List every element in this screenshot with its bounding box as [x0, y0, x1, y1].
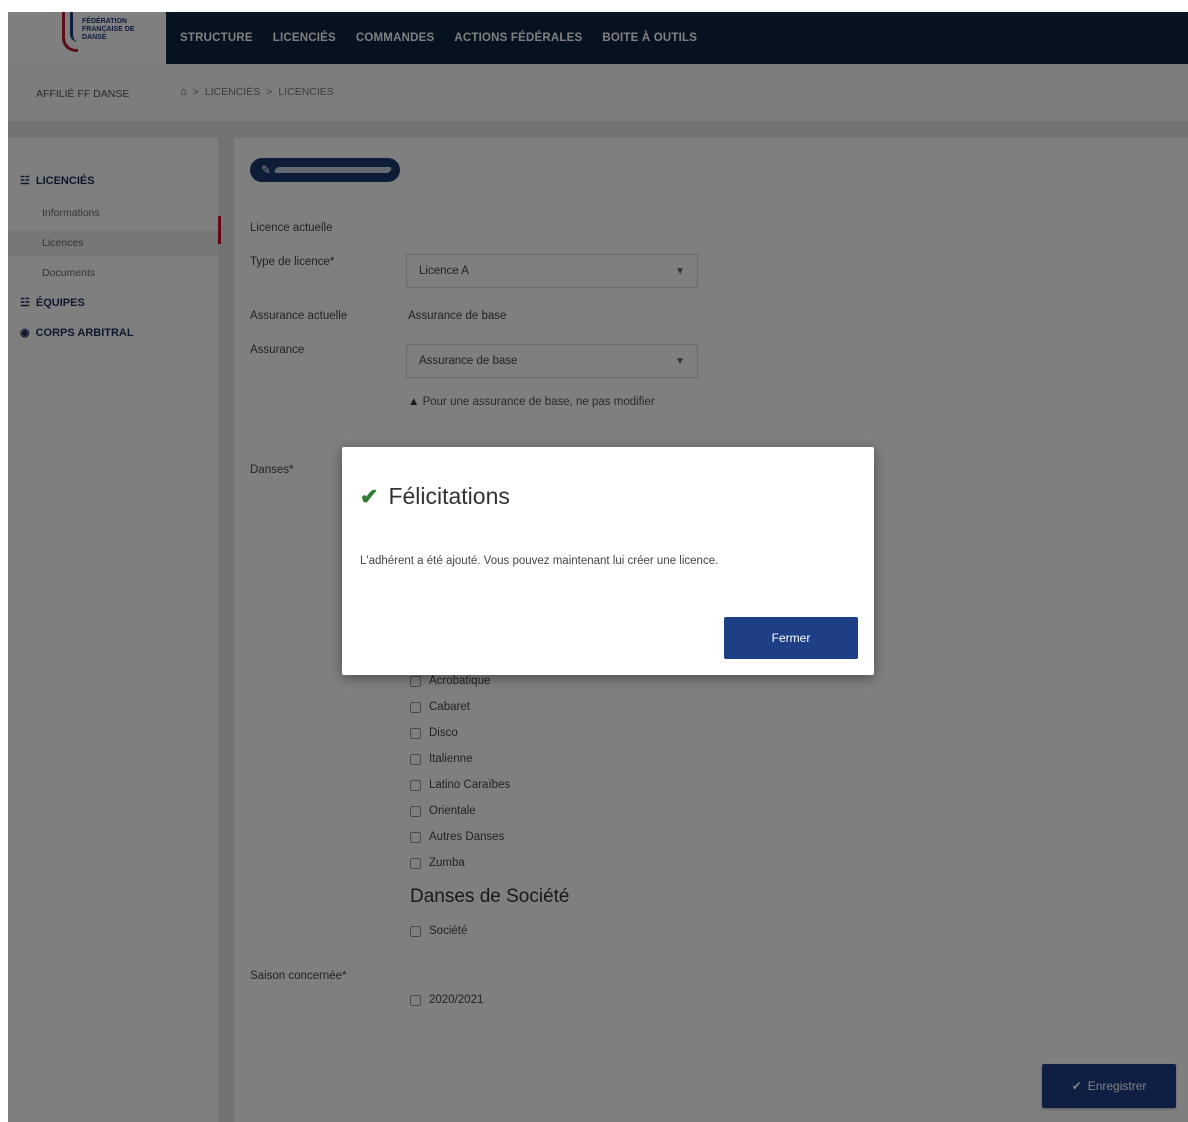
check-icon: ✔ [360, 483, 379, 509]
success-dialog: ✔ Félicitations L'adhérent a été ajouté.… [342, 447, 874, 675]
dialog-title-text: Félicitations [388, 483, 510, 509]
dialog-message: L'adhérent a été ajouté. Vous pouvez mai… [360, 555, 719, 567]
app-frame: FÉDÉRATION FRANÇAISE DE DANSE STRUCTURE … [8, 12, 1188, 1122]
dialog-title: ✔ Félicitations [360, 483, 510, 510]
close-button[interactable]: Fermer [724, 617, 858, 659]
